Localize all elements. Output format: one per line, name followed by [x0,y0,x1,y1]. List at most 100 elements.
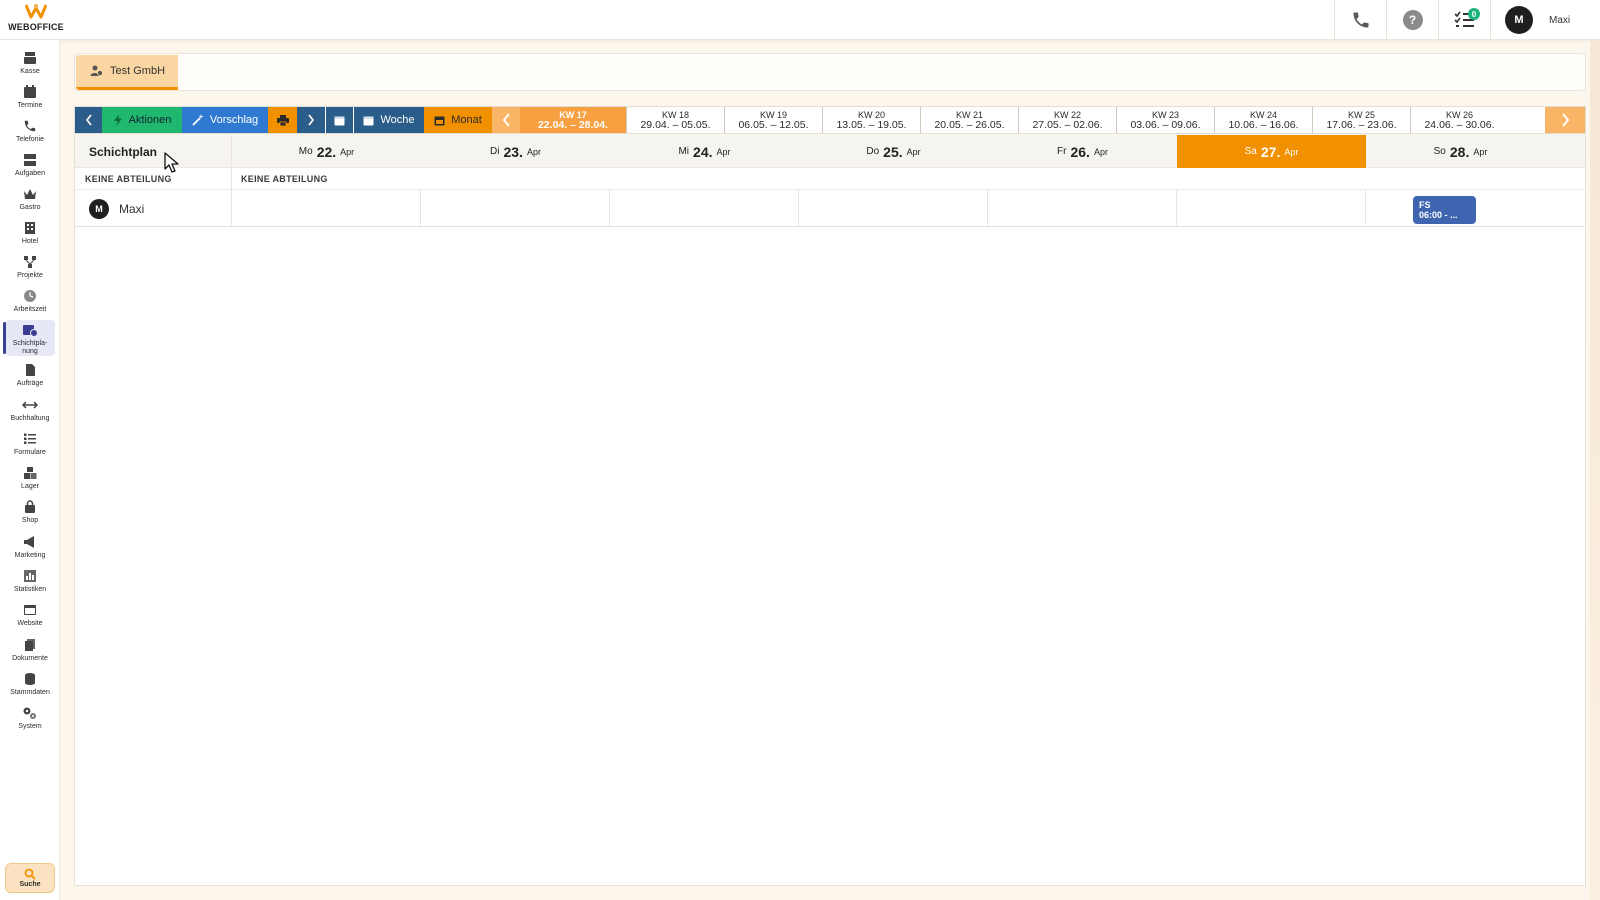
sidebar-item-stammdaten[interactable]: Stammdaten [5,669,55,703]
sidebar-item-gastro[interactable]: Gastro [5,184,55,218]
phone-icon [1353,12,1368,28]
week-kw21[interactable]: KW 21 20.05. – 26.05. [920,107,1018,133]
arrows-icon [22,397,38,413]
gears-icon [22,705,38,721]
schedule-header: Schichtplan Mo 22. Apr Di 23. Apr Mi 24.… [75,135,1585,168]
department-label: KEINE ABTEILUNG [85,174,172,184]
print-button[interactable] [268,107,297,133]
boxes-icon [22,465,38,481]
bag-icon [22,499,38,515]
employee-name-cell[interactable]: M Maxi [89,199,144,219]
top-bar: WEBOFFICE ? 0 M Maxi [0,0,1600,40]
hotel-icon [22,220,38,236]
department-row: KEINE ABTEILUNG KEINE ABTEILUNG [75,168,1585,190]
day-header-so[interactable]: So 28. Apr [1366,135,1555,168]
actions-button[interactable]: Aktionen [102,107,182,133]
user-avatar: M [1505,6,1533,34]
week-kw26[interactable]: KW 26 24.06. – 30.06. [1410,107,1508,133]
files-icon [22,637,38,653]
day-header-mo[interactable]: Mo 22. Apr [232,135,421,168]
sidebar-item-statistiken[interactable]: Statistiken [5,566,55,600]
checklist-icon [22,431,38,447]
sidebar-item-telefonie[interactable]: Telefonie [5,116,55,150]
chevron-left-icon [502,113,510,127]
employee-name: Maxi [119,202,145,216]
user-menu[interactable]: M Maxi [1490,0,1600,40]
shift-time: 06:00 - ... [1419,210,1458,220]
sidebar-item-kasse[interactable]: Kasse [5,48,55,82]
sidebar-item-buchhaltung[interactable]: Buchhaltung [5,395,55,429]
sidebar-item-auftraege[interactable]: Aufträge [5,360,55,394]
main-content: Test GmbH Aktionen Vorschlag Woche Monat… [74,53,1586,886]
sidebar: Kasse Termine Telefonie Aufgaben Gastro … [0,40,60,900]
magic-wand-icon [192,114,204,126]
next-button[interactable] [297,107,325,133]
chevron-left-icon [85,114,92,126]
phone-button[interactable] [1334,0,1386,40]
week-kw23[interactable]: KW 23 03.06. – 09.06. [1116,107,1214,133]
user-name: Maxi [1549,14,1571,26]
tasks-icon [22,152,38,168]
day-header-sa[interactable]: Sa 27. Apr [1177,135,1366,168]
week-view-button[interactable]: Woche [354,107,424,133]
day-header-fr[interactable]: Fr 26. Apr [988,135,1177,168]
register-icon [22,50,38,66]
tasks-badge: 0 [1468,8,1480,20]
month-view-button[interactable]: Monat [424,107,492,133]
weeks-next-button[interactable] [1545,107,1585,133]
sidebar-item-schichtplanung[interactable]: Schichtpla-nung [3,320,55,356]
tasks-button[interactable]: 0 [1438,0,1490,40]
sidebar-item-formulare[interactable]: Formulare [5,429,55,463]
help-icon: ? [1402,10,1423,30]
schedule-title: Schichtplan [89,145,158,159]
clock-icon [22,288,38,304]
day-header-di[interactable]: Di 23. Apr [421,135,610,168]
calendar-icon [22,84,38,100]
week-kw20[interactable]: KW 20 13.05. – 19.05. [822,107,920,133]
week-kw24[interactable]: KW 24 10.06. – 16.06. [1214,107,1312,133]
logo-text: WEBOFFICE [8,22,64,32]
search-button[interactable]: Suche [5,863,55,893]
company-tab[interactable]: Test GmbH [76,55,178,90]
suggest-button[interactable]: Vorschlag [182,107,268,133]
weboffice-logo[interactable]: WEBOFFICE [4,3,68,37]
week-kw17[interactable]: KW 17 22.04. – 28.04. [520,107,626,133]
employee-avatar: M [89,199,109,219]
project-icon [22,254,38,270]
sidebar-item-shop[interactable]: Shop [5,497,55,531]
sidebar-item-termine[interactable]: Termine [5,82,55,116]
week-kw18[interactable]: KW 18 29.04. – 05.05. [626,107,724,133]
phone-icon [22,118,38,134]
help-button[interactable]: ? [1386,0,1438,40]
weeks-prev-button[interactable] [492,107,520,133]
employee-row: M Maxi FS 06:00 - ... [75,190,1585,227]
day-header-mi[interactable]: Mi 24. Apr [610,135,799,168]
sidebar-item-system[interactable]: System [5,703,55,737]
printer-icon [276,114,289,126]
database-icon [22,671,38,687]
sidebar-item-lager[interactable]: Lager [5,463,55,497]
sidebar-item-website[interactable]: Website [5,600,55,634]
column-divider [987,190,988,227]
schedule-toolbar: Aktionen Vorschlag Woche Monat KW 17 22.… [74,106,1586,134]
date-picker-button[interactable] [326,107,353,133]
prev-button[interactable] [75,107,102,133]
day-header-do[interactable]: Do 25. Apr [799,135,988,168]
sidebar-item-aufgaben[interactable]: Aufgaben [5,150,55,184]
sidebar-item-marketing[interactable]: Marketing [5,532,55,566]
week-kw25[interactable]: KW 25 17.06. – 23.06. [1312,107,1410,133]
week-kw22[interactable]: KW 22 27.05. – 02.06. [1018,107,1116,133]
sidebar-item-dokumente[interactable]: Dokumente [5,635,55,669]
shift-block[interactable]: FS 06:00 - ... [1413,196,1476,224]
search-icon [24,868,36,880]
sidebar-item-projekte[interactable]: Projekte [5,252,55,286]
company-user-icon [90,65,103,76]
week-kw19[interactable]: KW 19 06.05. – 12.05. [724,107,822,133]
shift-calendar-icon [22,322,38,338]
calendar-icon [334,116,345,125]
column-divider [231,135,232,227]
sidebar-item-arbeitszeit[interactable]: Arbeitszeit [5,286,55,320]
logo-icon [25,4,47,19]
sidebar-item-hotel[interactable]: Hotel [5,218,55,252]
column-divider [420,190,421,227]
